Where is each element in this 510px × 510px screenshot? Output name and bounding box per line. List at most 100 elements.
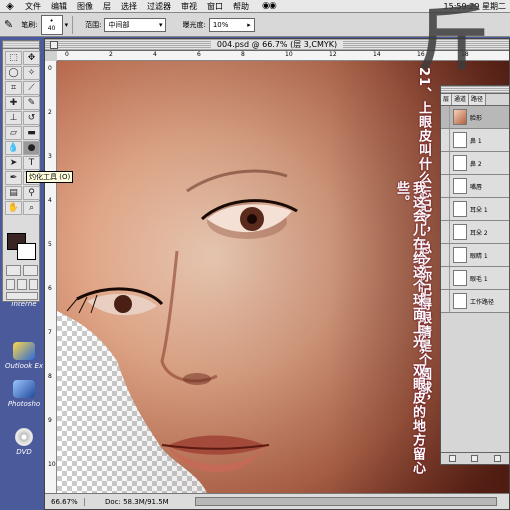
menu-help[interactable]: 帮助 xyxy=(228,0,254,13)
desktop-icon-photoshop[interactable]: Photosho xyxy=(4,380,44,408)
crop-tool-icon[interactable]: ⌗ xyxy=(5,81,22,95)
zoom-level[interactable]: 66.67% xyxy=(45,497,85,506)
visibility-eye-icon[interactable] xyxy=(441,198,450,220)
burn-tool-icon[interactable]: ✎ xyxy=(4,18,13,31)
menu-select[interactable]: 选择 xyxy=(116,0,142,13)
desktop-icon-label: Outlook Ex xyxy=(4,362,44,370)
background-color-swatch[interactable] xyxy=(17,243,36,260)
trash-icon[interactable] xyxy=(494,455,502,462)
layer-name: 嘴唇 xyxy=(470,183,483,191)
gradient-tool-icon[interactable]: ▬ xyxy=(23,126,40,140)
layer-row[interactable]: 工作路径 xyxy=(441,290,509,313)
layer-row[interactable]: 鼻 2 xyxy=(441,152,509,175)
layers-palette-titlebar[interactable] xyxy=(441,86,509,94)
eraser-tool-icon[interactable]: ▱ xyxy=(5,126,22,140)
layer-row[interactable]: 耳朵 2 xyxy=(441,221,509,244)
healing-brush-tool-icon[interactable]: ✚ xyxy=(5,96,22,110)
screen-mode-buttons[interactable] xyxy=(6,279,38,290)
layer-name: 眼毛 1 xyxy=(470,275,488,283)
menu-filter[interactable]: 过滤器 xyxy=(142,0,176,13)
close-box-icon[interactable] xyxy=(50,41,58,49)
mask-mode-buttons[interactable] xyxy=(6,265,38,276)
range-select[interactable]: 中间部 ▾ xyxy=(104,17,167,32)
visibility-eye-icon[interactable] xyxy=(441,290,450,312)
visibility-eye-icon[interactable] xyxy=(441,175,450,197)
layer-name: 工作路径 xyxy=(470,298,495,306)
visibility-eye-icon[interactable] xyxy=(441,221,450,243)
tab-layers[interactable]: 层 xyxy=(441,94,453,105)
range-select-value: 中间部 xyxy=(108,20,130,29)
hand-tool-icon[interactable]: ✋ xyxy=(5,201,22,215)
exposure-field[interactable]: 10% ▸ xyxy=(208,17,255,32)
layer-row[interactable]: 眼睛 1 xyxy=(441,244,509,267)
burn-tool-icon[interactable]: ● xyxy=(23,141,40,155)
clone-stamp-tool-icon[interactable]: ⊥ xyxy=(5,111,22,125)
path-select-tool-icon[interactable]: ➤ xyxy=(5,156,22,170)
move-tool-icon[interactable]: ✥ xyxy=(23,51,40,65)
status-bar: 66.67% Doc: 58.3M/91.5M xyxy=(45,493,509,509)
tab-paths[interactable]: 路径 xyxy=(469,94,487,105)
menu-image[interactable]: 图像 xyxy=(72,0,98,13)
layer-row[interactable]: 脸形 xyxy=(441,106,509,129)
layer-row[interactable]: 耳朵 1 xyxy=(441,198,509,221)
desktop-icon-label: DVD xyxy=(4,448,44,456)
brush-size-value: 40 xyxy=(47,24,56,32)
dvd-disc-icon xyxy=(15,428,33,446)
jump-to-button[interactable] xyxy=(6,292,38,300)
ruler-label: 2 xyxy=(48,109,52,116)
visibility-eye-icon[interactable] xyxy=(441,129,450,151)
brush-picker[interactable]: • 40 xyxy=(40,14,63,35)
blur-tool-icon[interactable]: 💧 xyxy=(5,141,22,155)
menu-layer[interactable]: 层 xyxy=(98,0,116,13)
visibility-eye-icon[interactable] xyxy=(441,152,450,174)
layer-row[interactable]: 鼻 1 xyxy=(441,129,509,152)
layer-thumbnail xyxy=(453,178,467,194)
layer-name: 耳朵 1 xyxy=(470,206,488,214)
visibility-eye-icon[interactable] xyxy=(441,267,450,289)
layer-name: 脸形 xyxy=(470,114,483,122)
menu-edit[interactable]: 编辑 xyxy=(46,0,72,13)
layers-palette-footer xyxy=(441,452,509,464)
history-brush-tool-icon[interactable]: ↺ xyxy=(23,111,40,125)
layer-row[interactable]: 嘴唇 xyxy=(441,175,509,198)
marquee-tool-icon[interactable]: ⬚ xyxy=(5,51,22,65)
ruler-label: 5 xyxy=(48,241,52,248)
ruler-label: 4 xyxy=(48,197,52,204)
eyedropper-tool-icon[interactable]: ⚲ xyxy=(23,186,40,200)
pen-tool-icon[interactable]: ✒ xyxy=(5,171,22,185)
magic-wand-tool-icon[interactable]: ✧ xyxy=(23,66,40,80)
apple-menu-icon[interactable]: ◈ xyxy=(0,1,20,12)
brush-dropdown-icon[interactable]: ▾ xyxy=(65,21,69,29)
layer-thumbnail xyxy=(453,109,467,125)
zoom-tool-icon[interactable]: ⌕ xyxy=(23,201,40,215)
outlook-icon xyxy=(13,342,35,360)
slice-tool-icon[interactable]: ⟋ xyxy=(23,81,40,95)
visibility-eye-icon[interactable] xyxy=(441,106,450,128)
brush-label: 笔刷: xyxy=(21,20,38,29)
visibility-eye-icon[interactable] xyxy=(441,244,450,266)
desktop-icon-dvd[interactable]: DVD xyxy=(4,428,44,456)
brush-tool-icon[interactable]: ✎ xyxy=(23,96,40,110)
ruler-label: 8 xyxy=(241,51,245,58)
menu-view[interactable]: 审视 xyxy=(176,0,202,13)
ruler-label: 4 xyxy=(153,51,157,58)
brush-dot-icon: • xyxy=(49,16,54,25)
type-tool-icon[interactable]: T xyxy=(23,156,40,170)
new-layer-icon[interactable] xyxy=(471,455,479,462)
ruler-label: 9 xyxy=(48,417,52,424)
notes-tool-icon[interactable]: ▤ xyxy=(5,186,22,200)
ruler-label: 0 xyxy=(48,65,52,72)
toolbox-titlebar[interactable] xyxy=(3,41,39,49)
add-mask-icon[interactable] xyxy=(448,455,456,462)
menu-window[interactable]: 窗口 xyxy=(202,0,228,13)
watermark-glyph: 斤 xyxy=(418,0,488,80)
layer-row[interactable]: 眼毛 1 xyxy=(441,267,509,290)
tab-channels[interactable]: 通道 xyxy=(452,94,470,105)
lasso-tool-icon[interactable]: ◯ xyxy=(5,66,22,80)
horizontal-scrollbar[interactable] xyxy=(195,497,497,506)
menu-file[interactable]: 文件 xyxy=(20,0,46,13)
ruler-label: 6 xyxy=(48,285,52,292)
document-title: 004.psd @ 66.7% (层 3,CMYK) xyxy=(210,40,344,49)
desktop-icon-outlook[interactable]: Outlook Ex xyxy=(4,342,44,370)
exposure-value: 10% xyxy=(212,20,229,29)
